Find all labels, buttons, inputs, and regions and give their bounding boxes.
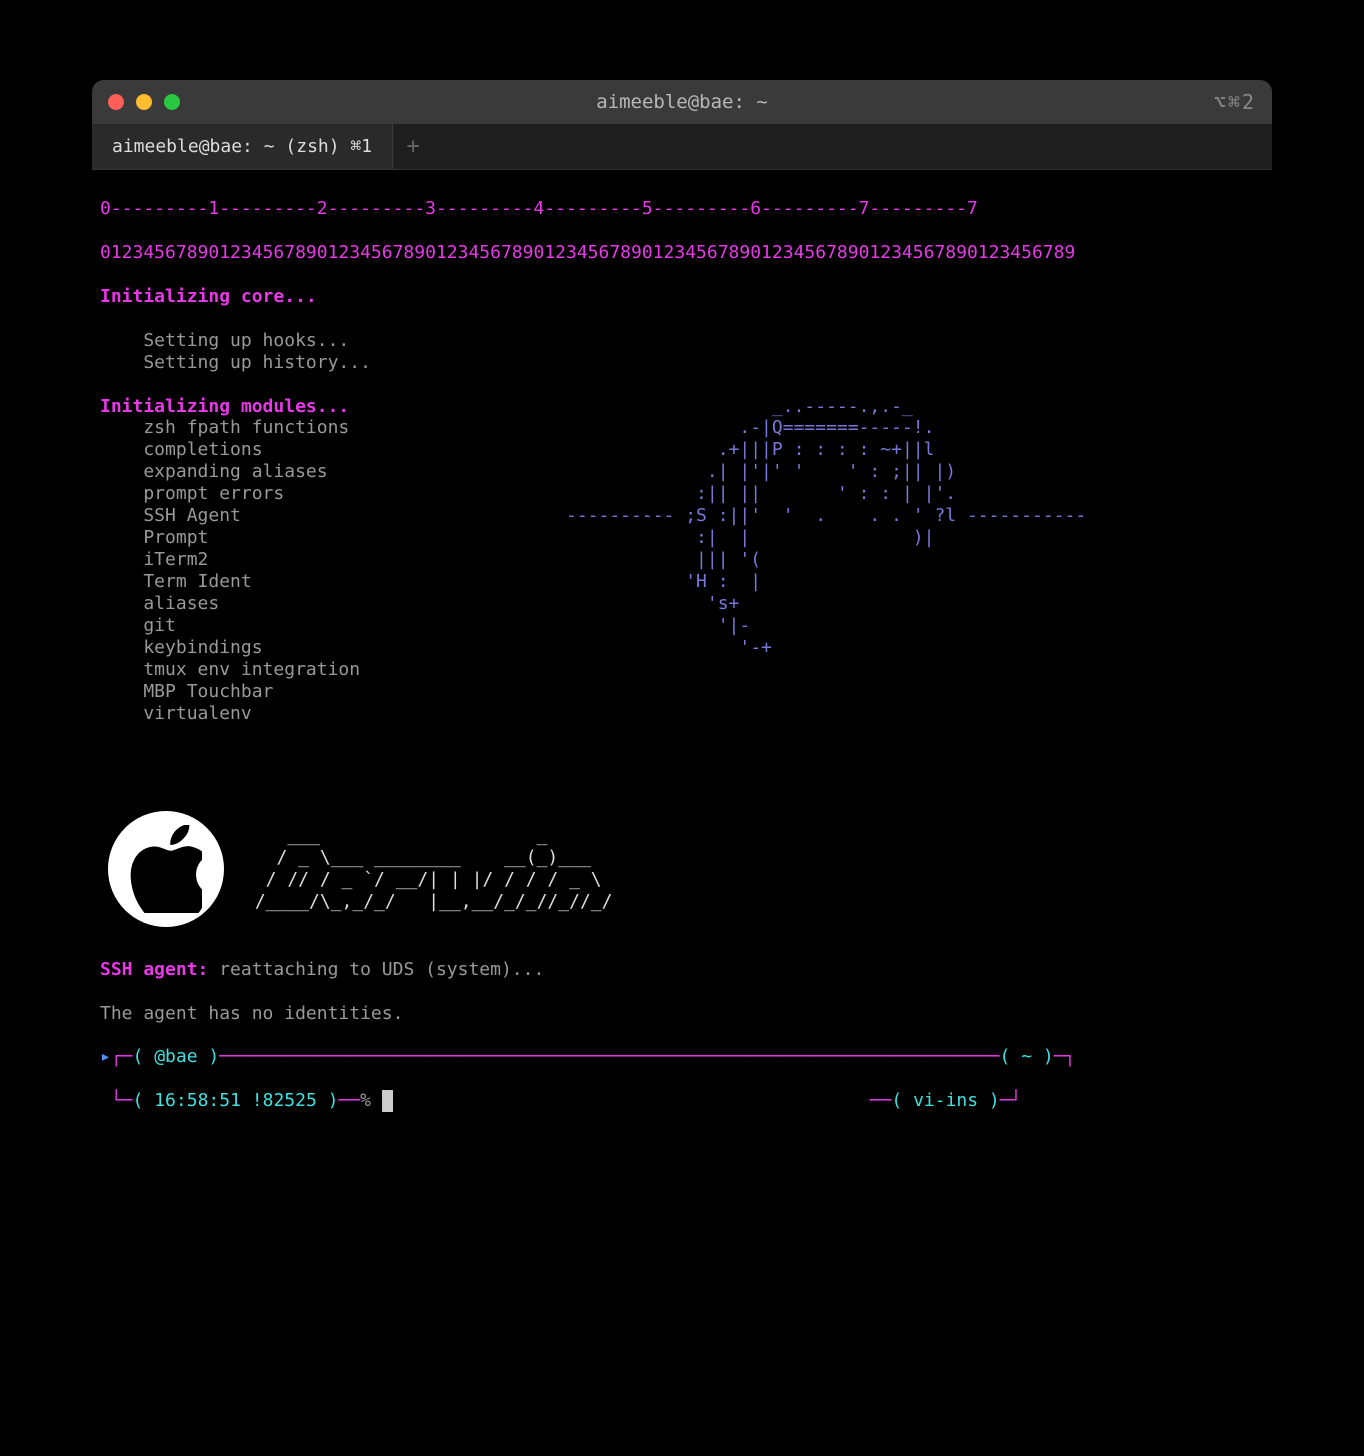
init-module-row: Initializing modules... _..-----.,.-_ bbox=[100, 396, 1264, 418]
init-module-row: zsh fpath functions .-|Q=======-----!. bbox=[100, 417, 1264, 439]
headphone-art-line: 'H : | bbox=[252, 571, 967, 592]
prompt-history: !82525 bbox=[252, 1090, 317, 1111]
init-module-row: expanding aliases .| |'|' ' ' : ;|| |) bbox=[100, 461, 1264, 483]
headphone-art-line: '|- bbox=[176, 615, 967, 636]
apple-logo-icon bbox=[108, 811, 224, 927]
init-module-row: git '|- bbox=[100, 615, 1264, 637]
headphone-art-line: :| | )| bbox=[208, 527, 967, 548]
init-module-row: Term Ident 'H : | bbox=[100, 571, 1264, 593]
tab-active[interactable]: aimeeble@bae: ~ (zsh) ⌘1 bbox=[92, 124, 393, 169]
headphone-art-line bbox=[273, 681, 425, 702]
window-title: aimeeble@bae: ~ bbox=[596, 91, 768, 113]
init-module-row: iTerm2 ||| '( bbox=[100, 549, 1264, 571]
headphone-art-line: ---------- ;S :||' ' . . . ' ?l --------… bbox=[241, 505, 1086, 526]
darwin-banner: ___ _ / _ \___ ________ __(_)___ / // / … bbox=[108, 811, 1264, 927]
tab-label: aimeeble@bae: ~ (zsh) ⌘1 bbox=[112, 136, 372, 157]
init-module-row: keybindings '-+ bbox=[100, 637, 1264, 659]
init-module-row: prompt errors :|| || ' : : | |'. bbox=[100, 483, 1264, 505]
init-module-row: aliases 's+ bbox=[100, 593, 1264, 615]
headphone-art-line: '-+ bbox=[263, 637, 967, 658]
terminal-window: aimeeble@bae: ~ ⌥⌘2 aimeeble@bae: ~ (zsh… bbox=[92, 80, 1272, 1290]
init-core-line: Setting up history... bbox=[100, 352, 1264, 374]
init-module-row: completions .+|||P : : : : ~+||l bbox=[100, 439, 1264, 461]
init-core-header: Initializing core... bbox=[100, 286, 1264, 308]
headphone-art-line bbox=[360, 659, 425, 680]
ruler-marks: 0---------1---------2---------3---------… bbox=[100, 198, 1264, 220]
headphone-art-line: ||| '( bbox=[208, 549, 967, 570]
headphone-art-line: _..-----.,.-_ bbox=[349, 396, 967, 417]
maximize-button[interactable] bbox=[164, 94, 180, 110]
init-core-line: Setting up hooks... bbox=[100, 330, 1264, 352]
prompt-dir: ~ bbox=[1021, 1046, 1032, 1067]
window-shortcut-indicator: ⌥⌘2 bbox=[1214, 90, 1256, 114]
prompt-line-bottom: └─( 16:58:51 !82525 )──% ──( vi-ins )─┘ bbox=[100, 1090, 1264, 1112]
prompt-mode: vi-ins bbox=[913, 1090, 978, 1111]
prompt-time: 16:58:51 bbox=[154, 1090, 241, 1111]
terminal-content[interactable]: 0---------1---------2---------3---------… bbox=[92, 170, 1272, 1290]
title-bar: aimeeble@bae: ~ ⌥⌘2 bbox=[92, 80, 1272, 124]
darwin-ascii-art: ___ _ / _ \___ ________ __(_)___ / // / … bbox=[244, 825, 612, 913]
ssh-no-identities: The agent has no identities. bbox=[100, 1003, 1264, 1025]
cursor bbox=[382, 1090, 393, 1112]
ruler-digits: 0123456789012345678901234567890123456789… bbox=[100, 242, 1264, 264]
init-module-row: SSH Agent ---------- ;S :||' ' . . . ' ?… bbox=[100, 505, 1264, 527]
traffic-lights bbox=[108, 94, 180, 110]
init-module-row: Prompt :| | )| bbox=[100, 527, 1264, 549]
headphone-art-line: .-|Q=======-----!. bbox=[349, 417, 967, 438]
init-module-row: tmux env integration bbox=[100, 659, 1264, 681]
ssh-line: SSH agent: reattaching to UDS (system)..… bbox=[100, 959, 1264, 981]
init-module-row: virtualenv bbox=[100, 703, 1264, 725]
headphone-art-line: 's+ bbox=[219, 593, 967, 614]
headphone-art-line bbox=[252, 703, 425, 724]
minimize-button[interactable] bbox=[136, 94, 152, 110]
close-button[interactable] bbox=[108, 94, 124, 110]
ssh-agent-message: reattaching to UDS (system)... bbox=[208, 959, 544, 980]
ssh-agent-label: SSH agent: bbox=[100, 959, 208, 980]
tab-bar: aimeeble@bae: ~ (zsh) ⌘1 + bbox=[92, 124, 1272, 170]
headphone-art-line: .| |'|' ' ' : ;|| |) bbox=[328, 461, 967, 482]
new-tab-button[interactable]: + bbox=[393, 124, 433, 169]
headphone-art-line: :|| || ' : : | |'. bbox=[284, 483, 967, 504]
headphone-art-line: .+|||P : : : : ~+||l bbox=[263, 439, 967, 460]
prompt-host: @bae bbox=[154, 1046, 197, 1067]
prompt-line-top: ▸┌─( @bae )─────────────────────────────… bbox=[100, 1046, 1264, 1068]
prompt-symbol: % bbox=[360, 1090, 371, 1111]
init-module-row: MBP Touchbar bbox=[100, 681, 1264, 703]
